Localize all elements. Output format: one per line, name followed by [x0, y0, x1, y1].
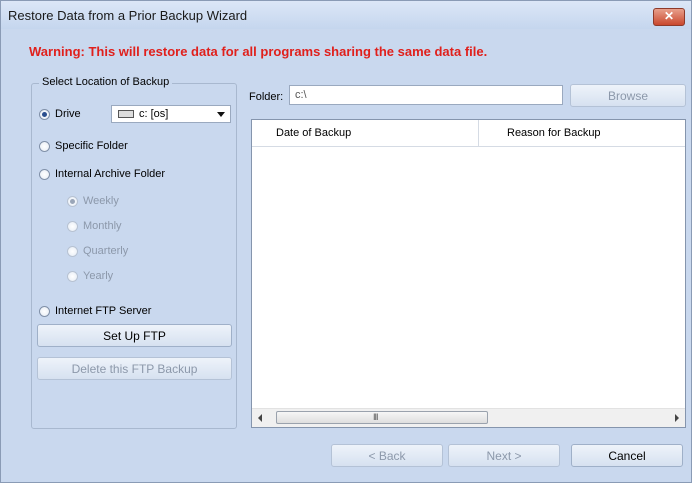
- archive-weekly-option[interactable]: Weekly: [67, 195, 119, 207]
- drive-select-value: c: [os]: [139, 108, 169, 120]
- next-button[interactable]: Next >: [448, 444, 560, 467]
- drive-radio[interactable]: [39, 108, 50, 120]
- monthly-radio[interactable]: [67, 220, 78, 232]
- back-button[interactable]: < Back: [331, 444, 443, 467]
- folder-label: Folder:: [249, 91, 284, 103]
- quarterly-label: Quarterly: [83, 245, 129, 257]
- specific-folder-radio[interactable]: [39, 140, 50, 152]
- folder-input[interactable]: c:\: [289, 85, 563, 105]
- set-up-ftp-button[interactable]: Set Up FTP: [37, 324, 232, 347]
- drive-select[interactable]: c: [os]: [111, 105, 231, 123]
- close-button[interactable]: ✕: [653, 8, 685, 26]
- horizontal-scrollbar[interactable]: III: [252, 408, 685, 427]
- scroll-right-icon[interactable]: [675, 414, 679, 422]
- location-group-title: Select Location of Backup: [39, 76, 173, 88]
- ftp-server-option[interactable]: Internet FTP Server: [39, 305, 151, 317]
- weekly-label: Weekly: [83, 195, 119, 207]
- restore-wizard-window: Restore Data from a Prior Backup Wizard …: [0, 0, 692, 483]
- column-reason-for-backup[interactable]: Reason for Backup: [507, 127, 601, 139]
- archive-yearly-option[interactable]: Yearly: [67, 270, 113, 282]
- archive-quarterly-option[interactable]: Quarterly: [67, 245, 128, 257]
- internal-archive-label: Internal Archive Folder: [55, 168, 166, 180]
- internal-archive-radio[interactable]: [39, 168, 50, 180]
- column-separator[interactable]: [478, 120, 479, 146]
- specific-folder-label: Specific Folder: [55, 140, 128, 152]
- column-date-of-backup[interactable]: Date of Backup: [276, 127, 351, 139]
- backup-list-header: Date of Backup Reason for Backup: [252, 120, 685, 147]
- archive-monthly-option[interactable]: Monthly: [67, 220, 122, 232]
- specific-folder-option[interactable]: Specific Folder: [39, 140, 128, 152]
- close-icon: ✕: [663, 9, 675, 23]
- browse-button[interactable]: Browse: [570, 84, 686, 107]
- cancel-button[interactable]: Cancel: [571, 444, 683, 467]
- monthly-label: Monthly: [83, 220, 122, 232]
- warning-message: Warning: This will restore data for all …: [29, 44, 488, 59]
- yearly-radio[interactable]: [67, 270, 78, 282]
- backup-list[interactable]: Date of Backup Reason for Backup III: [251, 119, 686, 428]
- yearly-label: Yearly: [83, 270, 114, 282]
- grip-icon: III: [373, 412, 378, 422]
- quarterly-radio[interactable]: [67, 245, 78, 257]
- chevron-down-icon[interactable]: [217, 112, 225, 117]
- drive-label: Drive: [55, 108, 81, 120]
- ftp-server-label: Internet FTP Server: [55, 305, 152, 317]
- internal-archive-option[interactable]: Internal Archive Folder: [39, 168, 165, 180]
- scroll-left-icon[interactable]: [258, 414, 262, 422]
- scrollbar-thumb[interactable]: III: [276, 411, 488, 424]
- weekly-radio[interactable]: [67, 195, 78, 207]
- drive-option[interactable]: Drive: [39, 108, 81, 120]
- delete-ftp-backup-button[interactable]: Delete this FTP Backup: [37, 357, 232, 380]
- drive-icon: [118, 110, 134, 118]
- title-bar[interactable]: Restore Data from a Prior Backup Wizard …: [1, 1, 691, 29]
- window-title: Restore Data from a Prior Backup Wizard: [8, 8, 248, 23]
- ftp-server-radio[interactable]: [39, 305, 50, 317]
